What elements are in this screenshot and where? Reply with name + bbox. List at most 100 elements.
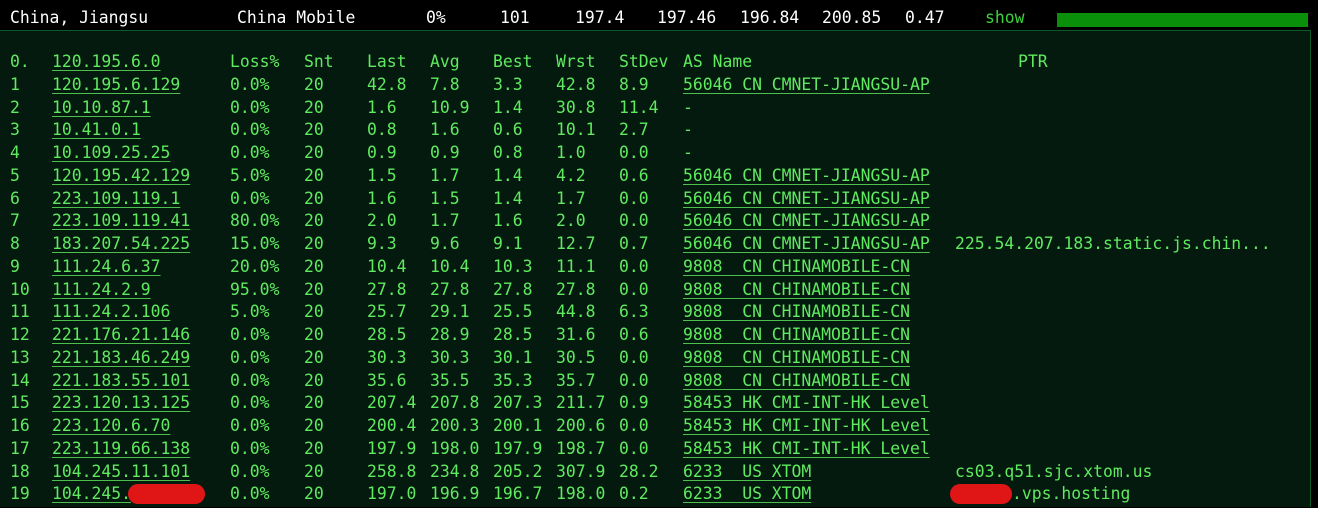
as-name-link[interactable]: 56046 CN CMNET-JIANGSU-AP (683, 165, 930, 187)
hop-ip-link[interactable]: 10.10.87.1 (52, 97, 151, 119)
best-summary: 196.84 (740, 8, 800, 27)
as-name-link[interactable]: 9808 CN CHINAMOBILE-CN (683, 324, 910, 346)
hop-number: 4 (10, 143, 20, 162)
avg-value: 196.9 (430, 484, 480, 504)
stdev-value: 0.0 (619, 279, 649, 299)
col-wrst-header: Wrst (556, 52, 596, 71)
avg-value: 35.5 (430, 370, 470, 390)
as-name-link[interactable]: 6233 US XTOM (683, 483, 811, 505)
hop-ip-link[interactable]: 104.245.11.101 (52, 461, 190, 483)
as-name-link[interactable]: 9808 CN CHINAMOBILE-CN (683, 256, 910, 278)
avg-value: 234.8 (430, 461, 480, 481)
hop-ip-link[interactable]: 223.119.66.138 (52, 438, 190, 460)
worst-value: 44.8 (556, 302, 596, 322)
avg-value: 9.6 (430, 234, 460, 253)
as-name-link[interactable]: 56046 CN CMNET-JIANGSU-AP (683, 233, 930, 255)
col-ip-header[interactable]: 120.195.6.0 (52, 51, 161, 73)
hop-number: 2 (10, 97, 20, 117)
hop-ip-link[interactable]: 120.195.42.129 (52, 165, 190, 187)
last-value: 10.4 (367, 256, 407, 276)
worst-value: 30.8 (556, 97, 596, 117)
best-value: 0.6 (493, 120, 523, 140)
stdev-value: 0.2 (619, 484, 649, 504)
as-name-link[interactable]: 58453 HK CMI-INT-HK Level (683, 392, 930, 414)
best-value: 25.5 (493, 302, 533, 322)
hop-ip-link[interactable]: 120.195.6.129 (52, 74, 180, 96)
last-value: 1.6 (367, 188, 397, 208)
stdev-value: 0.9 (619, 393, 649, 413)
ptr-value: .vps.hosting (1012, 484, 1131, 504)
hop-number: 7 (10, 211, 20, 231)
as-name-link[interactable]: 6233 US XTOM (683, 461, 811, 483)
stdev-value: 0.0 (619, 370, 649, 390)
last-value: 30.3 (367, 347, 407, 367)
col-snt-header: Snt (304, 52, 334, 71)
hop-number: 10 (10, 279, 30, 299)
avg-value: 1.7 (430, 211, 460, 231)
hop-ip-link[interactable]: 223.109.119.1 (52, 188, 180, 210)
as-name-link[interactable]: 58453 HK CMI-INT-HK Level (683, 438, 930, 460)
last-summary: 197.4 (575, 8, 625, 27)
as-name-link[interactable]: 9808 CN CHINAMOBILE-CN (683, 279, 910, 301)
best-value: 205.2 (493, 461, 543, 481)
last-value: 200.4 (367, 416, 417, 435)
show-toggle[interactable]: show (985, 8, 1024, 28)
stdev-value: 0.0 (619, 211, 649, 231)
hop-ip-link[interactable]: 223.120.13.125 (52, 392, 190, 414)
hop-number: 3 (10, 120, 20, 140)
col-avg-header: Avg (430, 52, 460, 71)
hop-ip-link[interactable]: 223.120.6.70 (52, 415, 170, 437)
hop-ip-link[interactable]: 10.41.0.1 (52, 119, 141, 141)
as-name-link[interactable]: 56046 CN CMNET-JIANGSU-AP (683, 210, 930, 232)
hop-ip-link[interactable]: 111.24.6.37 (52, 256, 161, 278)
summary-header: China, Jiangsu China Mobile 0% 101 197.4… (0, 0, 1318, 30)
hop-number: 19 (10, 484, 30, 504)
sent-value: 20 (304, 325, 324, 344)
worst-value: 1.0 (556, 143, 586, 162)
sent-value: 20 (304, 302, 324, 322)
as-name-link: - (683, 120, 693, 140)
redaction-mark-ip (128, 484, 205, 505)
as-name-link[interactable]: 56046 CN CMNET-JIANGSU-AP (683, 188, 930, 210)
loss-value: 0.0% (230, 416, 270, 435)
last-value: 9.3 (367, 234, 397, 253)
last-value: 197.0 (367, 484, 417, 504)
as-name-link[interactable]: 58453 HK CMI-INT-HK Level (683, 415, 930, 437)
best-value: 9.1 (493, 234, 523, 253)
stdev-value: 8.9 (619, 74, 649, 94)
worst-value: 11.1 (556, 256, 596, 276)
worst-value: 30.5 (556, 347, 596, 367)
avg-value: 1.6 (430, 120, 460, 140)
best-value: 1.6 (493, 211, 523, 231)
as-name-link[interactable]: 9808 CN CHINAMOBILE-CN (683, 301, 910, 323)
as-name-link[interactable]: 9808 CN CHINAMOBILE-CN (683, 370, 910, 392)
last-value: 197.9 (367, 438, 417, 458)
worst-value: 35.7 (556, 370, 596, 390)
hop-ip-link[interactable]: 104.245. (52, 483, 131, 505)
latency-bar (1057, 13, 1308, 27)
sent-value: 20 (304, 188, 324, 208)
as-name-link[interactable]: 9808 CN CHINAMOBILE-CN (683, 347, 910, 369)
as-name-link[interactable]: 56046 CN CMNET-JIANGSU-AP (683, 74, 930, 96)
hop-ip-link[interactable]: 111.24.2.106 (52, 301, 170, 323)
loss-value: 80.0% (230, 211, 280, 231)
hop-ip-link[interactable]: 223.109.119.41 (52, 210, 190, 232)
hop-ip-link[interactable]: 221.183.46.249 (52, 347, 190, 369)
sent-value: 20 (304, 234, 324, 253)
hop-ip-link[interactable]: 10.109.25.25 (52, 142, 170, 164)
best-value: 3.3 (493, 74, 523, 94)
hop-number: 9 (10, 256, 20, 276)
stdev-value: 0.0 (619, 438, 649, 458)
hop-ip-link[interactable]: 221.176.21.146 (52, 324, 190, 346)
worst-value: 31.6 (556, 325, 596, 344)
last-value: 42.8 (367, 74, 407, 94)
worst-value: 307.9 (556, 461, 606, 481)
stdev-value: 0.6 (619, 325, 649, 344)
hop-ip-link[interactable]: 183.207.54.225 (52, 233, 190, 255)
as-name-link: - (683, 97, 693, 117)
avg-value: 28.9 (430, 325, 470, 344)
hop-ip-link[interactable]: 111.24.2.9 (52, 279, 151, 301)
hop-ip-link[interactable]: 221.183.55.101 (52, 370, 190, 392)
best-value: 1.4 (493, 165, 523, 185)
col-stdev-header: StDev (619, 52, 669, 71)
